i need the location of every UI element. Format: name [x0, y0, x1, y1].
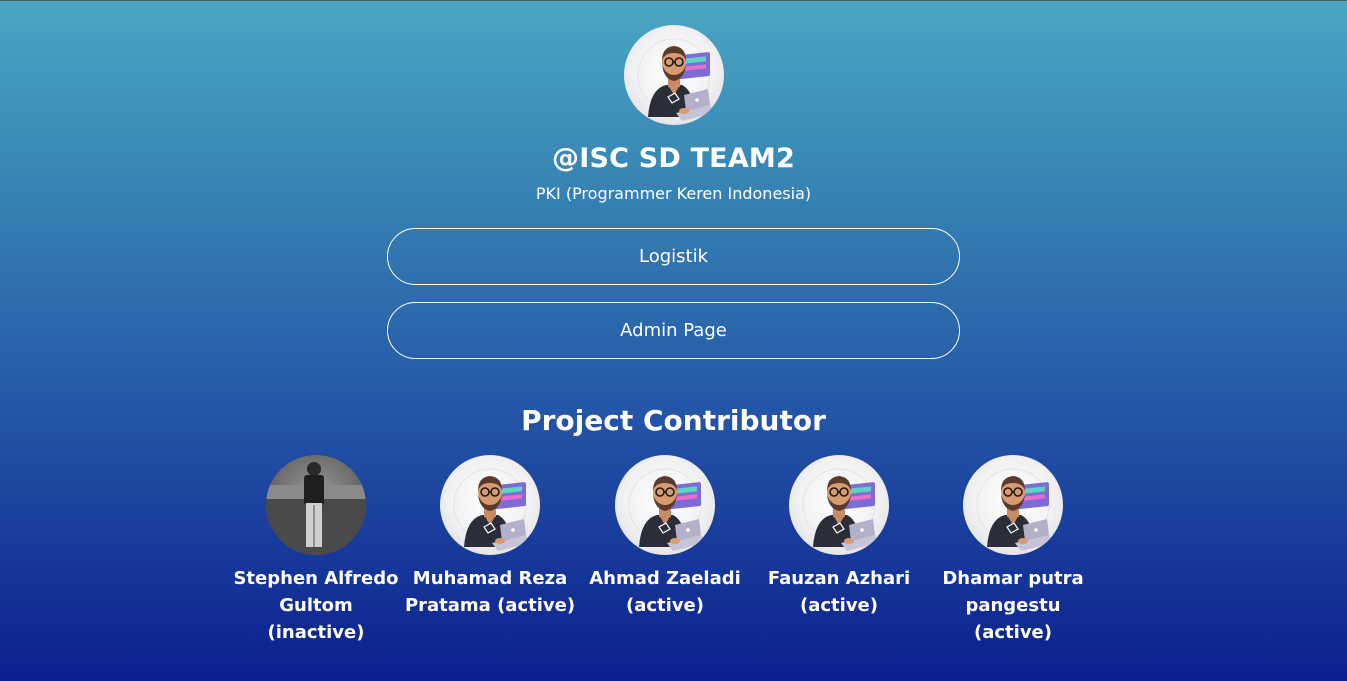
contributors-title: Project Contributor — [521, 404, 826, 437]
contributor-name: Muhamad Reza Pratama (active) — [404, 568, 576, 616]
contributor-avatar — [440, 455, 540, 555]
contributor-avatar — [615, 455, 715, 555]
contributor-card: Ahmad Zaeladi (active) — [578, 455, 752, 619]
profile-handle: @ISC SD TEAM2 — [552, 143, 795, 174]
developer-avatar-icon — [624, 25, 724, 125]
contributor-avatar — [963, 455, 1063, 555]
contributor-card: Fauzan Azhari (active) — [752, 455, 926, 619]
contributor-card: Muhamad Reza Pratama (active) — [403, 455, 577, 619]
contributor-avatar — [789, 455, 889, 555]
developer-avatar-icon — [615, 455, 715, 555]
contributor-name: Stephen Alfredo Gultom (inactive) — [233, 568, 399, 643]
photo-avatar — [266, 462, 366, 555]
contributor-name: Ahmad Zaeladi (active) — [589, 568, 741, 616]
contributor-name: Fauzan Azhari (active) — [767, 568, 911, 616]
logistik-link-button[interactable]: Logistik — [387, 228, 960, 285]
profile-section: @ISC SD TEAM2 PKI (Programmer Keren Indo… — [0, 1, 1347, 437]
admin-page-link-button[interactable]: Admin Page — [387, 302, 960, 359]
developer-avatar-icon — [440, 455, 540, 555]
developer-avatar-icon — [789, 455, 889, 555]
contributor-card: Stephen Alfredo Gultom (inactive) — [229, 455, 403, 646]
profile-avatar — [623, 25, 724, 125]
contributor-name: Dhamar putra pangestu (active) — [942, 568, 1084, 643]
contributor-card: Dhamar putra pangestu (active) — [926, 455, 1100, 646]
developer-avatar-icon — [963, 455, 1063, 555]
profile-tagline: PKI (Programmer Keren Indonesia) — [535, 184, 812, 203]
contributor-avatar — [266, 455, 366, 555]
